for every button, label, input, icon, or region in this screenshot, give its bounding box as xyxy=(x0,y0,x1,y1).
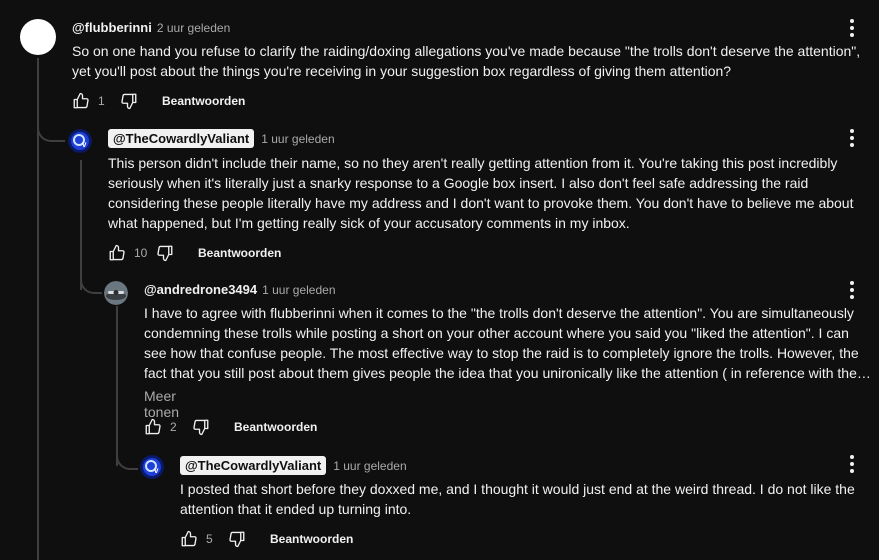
like-count: 1 xyxy=(98,94,105,108)
reply-button[interactable]: Beantwoorden xyxy=(234,420,317,434)
like-count: 10 xyxy=(134,246,148,260)
reply-button[interactable]: Beantwoorden xyxy=(162,94,245,108)
reply-button[interactable]: Beantwoorden xyxy=(270,532,353,546)
thumbs-down-icon[interactable] xyxy=(120,92,138,110)
comment-timestamp[interactable]: 2 uur geleden xyxy=(157,21,230,35)
comment-actions: 5 Beantwoorden xyxy=(180,529,353,549)
thumbs-up-icon[interactable] xyxy=(72,92,90,110)
comment-actions: 2 Beantwoorden xyxy=(144,417,317,437)
comment-author[interactable]: @flubberinni xyxy=(72,20,152,35)
comment-timestamp[interactable]: 1 uur geleden xyxy=(262,283,335,297)
more-vertical-icon[interactable] xyxy=(850,281,854,302)
comment-timestamp[interactable]: 1 uur geleden xyxy=(333,459,406,473)
comment-actions: 1 Beantwoorden xyxy=(72,91,245,111)
avatar[interactable]: v xyxy=(68,129,92,153)
comment-timestamp[interactable]: 1 uur geleden xyxy=(261,132,334,146)
thumbs-down-icon[interactable] xyxy=(192,418,210,436)
thread-connector xyxy=(116,446,138,470)
avatar[interactable] xyxy=(104,281,128,305)
comment-actions: 10 Beantwoorden xyxy=(108,243,281,263)
thumbs-down-icon[interactable] xyxy=(156,244,174,262)
comment-header: @andredrone3494 1 uur geleden xyxy=(144,282,336,297)
avatar[interactable] xyxy=(20,19,56,55)
thumbs-up-icon[interactable] xyxy=(180,530,198,548)
thumbs-up-icon[interactable] xyxy=(108,244,126,262)
comment-text: This person didn't include their name, s… xyxy=(108,155,854,231)
comment-header: @flubberinni 2 uur geleden xyxy=(72,20,230,35)
thumbs-up-icon[interactable] xyxy=(144,418,162,436)
svg-text:v: v xyxy=(82,140,87,149)
show-more-link[interactable]: Meer tonen xyxy=(144,388,179,420)
comment-text: I posted that short before they doxxed m… xyxy=(180,481,855,517)
thumbs-down-icon[interactable] xyxy=(228,530,246,548)
like-count: 5 xyxy=(206,532,213,546)
thread-connector xyxy=(37,118,65,142)
comment-author[interactable]: @andredrone3494 xyxy=(144,282,257,297)
comment-text: So on one hand you refuse to clarify the… xyxy=(72,43,861,79)
reply-button[interactable]: Beantwoorden xyxy=(198,246,281,260)
comment-header: @TheCowardlyValiant 1 uur geleden xyxy=(108,129,335,148)
comment-text: I have to agree with flubberinni when it… xyxy=(144,305,872,381)
more-vertical-icon[interactable] xyxy=(850,19,854,40)
comment-header: @TheCowardlyValiant 1 uur geleden xyxy=(180,456,407,475)
more-vertical-icon[interactable] xyxy=(850,129,854,150)
comment-author-creator[interactable]: @TheCowardlyValiant xyxy=(108,129,255,148)
more-vertical-icon[interactable] xyxy=(850,455,854,476)
comment-author-creator[interactable]: @TheCowardlyValiant xyxy=(180,456,327,475)
like-count: 2 xyxy=(170,420,177,434)
thread-connector xyxy=(80,270,102,294)
avatar[interactable]: v xyxy=(140,455,164,479)
thread-line-nested xyxy=(116,306,118,466)
svg-text:v: v xyxy=(154,466,159,475)
